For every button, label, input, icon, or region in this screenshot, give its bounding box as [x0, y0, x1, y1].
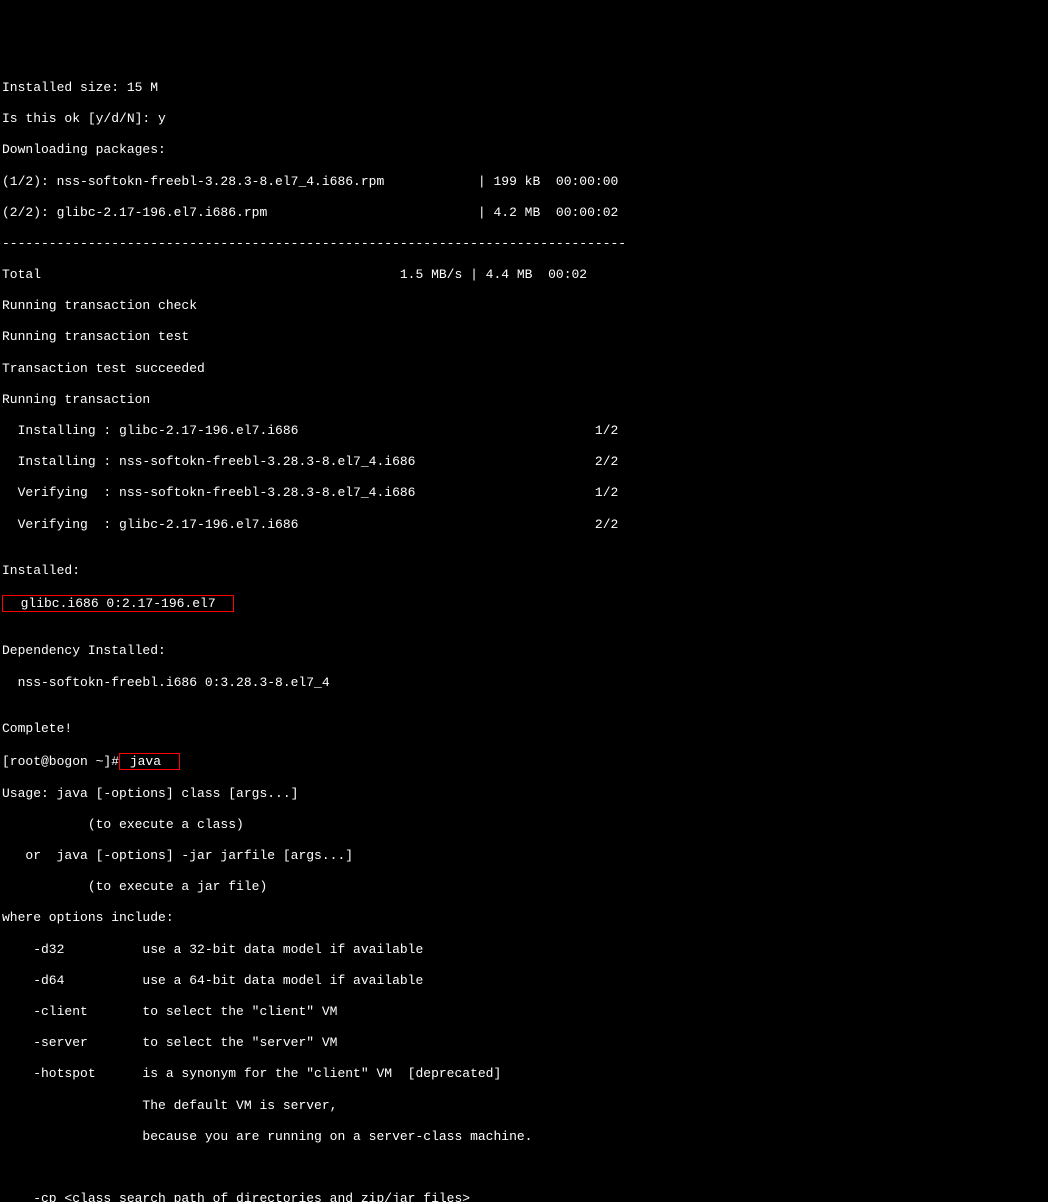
output-line: -d32 use a 32-bit data model if availabl…: [2, 942, 1046, 958]
output-line: Total 1.5 MB/s | 4.4 MB 00:02: [2, 267, 1046, 283]
output-line: because you are running on a server-clas…: [2, 1129, 1046, 1145]
output-line: (to execute a class): [2, 817, 1046, 833]
output-line: Installing : nss-softokn-freebl-3.28.3-8…: [2, 454, 1046, 470]
output-line: Verifying : glibc-2.17-196.el7.i686 2/2: [2, 517, 1046, 533]
output-line: Installing : glibc-2.17-196.el7.i686 1/2: [2, 423, 1046, 439]
java-command-box: java: [119, 753, 180, 771]
prompt-line[interactable]: [root@bogon ~]# java: [2, 753, 1046, 771]
terminal-output[interactable]: Installed size: 15 M Is this ok [y/d/N]:…: [2, 64, 1046, 1202]
output-line: -server to select the "server" VM: [2, 1035, 1046, 1051]
shell-prompt: [root@bogon ~]#: [2, 754, 119, 769]
output-line: -cp <class search path of directories an…: [2, 1191, 1046, 1202]
output-line: Downloading packages:: [2, 142, 1046, 158]
highlighted-package: glibc.i686 0:2.17-196.el7: [2, 595, 1046, 613]
output-line: where options include:: [2, 910, 1046, 926]
output-line: Transaction test succeeded: [2, 361, 1046, 377]
output-line: nss-softokn-freebl.i686 0:3.28.3-8.el7_4: [2, 675, 1046, 691]
output-line: Running transaction test: [2, 329, 1046, 345]
output-line: Running transaction check: [2, 298, 1046, 314]
output-line: Installed size: 15 M: [2, 80, 1046, 96]
output-line: Usage: java [-options] class [args...]: [2, 786, 1046, 802]
output-line: (2/2): glibc-2.17-196.el7.i686.rpm | 4.2…: [2, 205, 1046, 221]
output-line: ----------------------------------------…: [2, 236, 1046, 252]
output-line: Is this ok [y/d/N]: y: [2, 111, 1046, 127]
output-line: Complete!: [2, 721, 1046, 737]
output-line: Verifying : nss-softokn-freebl-3.28.3-8.…: [2, 485, 1046, 501]
output-line: -d64 use a 64-bit data model if availabl…: [2, 973, 1046, 989]
output-line: The default VM is server,: [2, 1098, 1046, 1114]
output-line: Running transaction: [2, 392, 1046, 408]
output-line: Dependency Installed:: [2, 643, 1046, 659]
output-line: (1/2): nss-softokn-freebl-3.28.3-8.el7_4…: [2, 174, 1046, 190]
output-line: or java [-options] -jar jarfile [args...…: [2, 848, 1046, 864]
output-line: -hotspot is a synonym for the "client" V…: [2, 1066, 1046, 1082]
glibc-package-box: glibc.i686 0:2.17-196.el7: [2, 595, 234, 613]
output-line: -client to select the "client" VM: [2, 1004, 1046, 1020]
output-line: (to execute a jar file): [2, 879, 1046, 895]
output-line: Installed:: [2, 563, 1046, 579]
